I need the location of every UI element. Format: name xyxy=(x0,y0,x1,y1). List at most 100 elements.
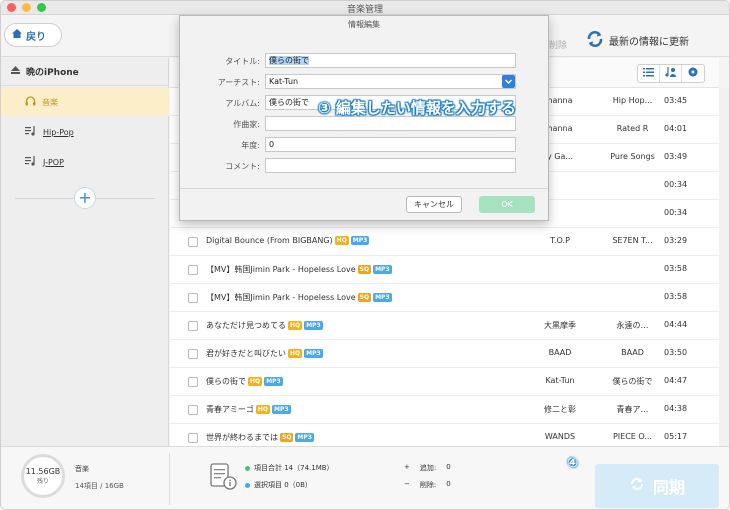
album-field-value: 僕らの街で xyxy=(269,98,309,107)
artist-select-value: Kat-Tun xyxy=(269,77,299,86)
selected-items-stat: 選択項目 0（0B） xyxy=(245,480,312,490)
track-title: 世界が終わるまでは xyxy=(206,433,278,442)
plus-icon: + xyxy=(404,463,410,471)
table-row[interactable]: Digital Bounce (From BIGBANG) HQ MP3 T.O.P S… xyxy=(170,228,719,256)
track-title-cell: 【MV】韩国Jimin Park - Hopeless Love SQ MP3 xyxy=(206,292,392,303)
table-row[interactable]: 僕らの街で HQ MP3 Kat-Tun 僕らの街で 04:47 xyxy=(170,368,719,396)
delete-button[interactable]: 削除 xyxy=(549,38,567,51)
row-checkbox[interactable] xyxy=(188,293,198,303)
added-label: 追加: xyxy=(419,464,437,472)
sidebar-item-j-pop[interactable]: J-POP xyxy=(1,148,169,176)
quality-badge: HQ xyxy=(248,377,263,386)
track-title-cell: Digital Bounce (From BIGBANG) HQ MP3 xyxy=(206,236,370,245)
year-field[interactable]: 0 xyxy=(265,137,516,152)
track-duration: 04:38 xyxy=(664,404,688,413)
track-duration: 03:49 xyxy=(664,152,688,161)
selected-items-label: 選択項目 0（0B） xyxy=(254,481,312,489)
step-4-annotation: ④ xyxy=(567,456,579,471)
quality-badge: SQ xyxy=(357,293,372,302)
title-field[interactable]: 僕らの街で xyxy=(265,53,516,68)
green-dot-icon xyxy=(245,465,250,471)
divider xyxy=(169,453,170,505)
format-badge: MP3 xyxy=(373,293,392,302)
table-row[interactable]: あなただけ見つめてる HQ MP3 大黒摩季 永遠の… 04:44 xyxy=(170,312,719,340)
composer-field[interactable] xyxy=(265,116,516,131)
sync-label: 同期 xyxy=(652,478,685,497)
eject-icon xyxy=(11,66,20,77)
app-window: 音楽管理 戻り 削除 最新の情報に更新 晩のiPhone 音楽 Hip-Pop … xyxy=(0,0,730,510)
row-checkbox[interactable] xyxy=(188,377,198,387)
comment-field[interactable] xyxy=(265,158,516,173)
row-checkbox[interactable] xyxy=(188,433,198,443)
sidebar-item-label: Hip-Pop xyxy=(43,127,74,137)
track-title-cell: 僕らの街で HQ MP3 xyxy=(206,376,283,387)
comment-field-label: コメント: xyxy=(225,162,260,171)
format-badge: MP3 xyxy=(373,265,392,274)
track-duration: 00:34 xyxy=(664,180,688,189)
document-info-icon xyxy=(209,462,237,493)
track-duration: 03:58 xyxy=(664,292,688,301)
track-title: 君が好きだと叫びたい xyxy=(206,349,286,358)
row-checkbox[interactable] xyxy=(188,237,198,247)
ok-button[interactable]: OK xyxy=(479,196,535,213)
row-checkbox[interactable] xyxy=(188,349,198,359)
artist-view-button[interactable] xyxy=(660,65,682,82)
track-duration: 03:58 xyxy=(664,264,688,273)
format-badge: MP3 xyxy=(350,236,370,245)
refresh-icon xyxy=(585,29,605,52)
format-badge: MP3 xyxy=(304,349,323,358)
refresh-label: 最新の情報に更新 xyxy=(609,37,689,48)
sidebar-item-hip-pop[interactable]: Hip-Pop xyxy=(1,118,169,146)
format-badge: MP3 xyxy=(271,405,291,414)
track-duration: 03:50 xyxy=(664,348,688,357)
category-name: 音楽 xyxy=(75,465,89,473)
format-badge: MP3 xyxy=(304,321,323,330)
track-list-scrollbar[interactable] xyxy=(719,88,729,446)
track-title: 青春アミーゴ xyxy=(206,405,254,414)
headphones-icon xyxy=(25,96,36,108)
device-item[interactable]: 晩のiPhone xyxy=(1,58,169,86)
quality-badge: SQ xyxy=(357,265,372,274)
cancel-button[interactable]: キャンセル xyxy=(406,196,462,213)
list-icon xyxy=(643,67,654,80)
title-bar: 音楽管理 xyxy=(1,1,729,15)
table-row[interactable]: 君が好きだと叫びたい HQ MP3 BAAD BAAD 03:50 xyxy=(170,340,719,368)
added-value: 0 xyxy=(446,463,451,471)
list-view-button[interactable] xyxy=(638,65,660,82)
quality-badge: HQ xyxy=(288,349,303,358)
album-view-button[interactable] xyxy=(682,65,704,82)
quality-badge: HQ xyxy=(255,405,270,414)
table-row[interactable]: 【MV】韩国Jimin Park - Hopeless Love SQ MP3 03:… xyxy=(170,284,719,312)
track-duration: 05:17 xyxy=(664,432,688,441)
deleted-label: 削除: xyxy=(419,481,437,489)
sync-button[interactable]: 同期 xyxy=(595,464,719,508)
artist-select[interactable]: Kat-Tun xyxy=(265,74,516,89)
row-checkbox[interactable] xyxy=(188,321,198,331)
row-checkbox[interactable] xyxy=(188,265,198,275)
track-title-cell: 世界が終わるまでは SQ MP3 xyxy=(206,432,314,443)
track-duration: 04:44 xyxy=(664,320,688,329)
device-name: 晩のiPhone xyxy=(26,68,79,78)
back-button[interactable]: 戻り xyxy=(4,23,62,47)
sidebar-item-music[interactable]: 音楽 xyxy=(1,88,169,116)
home-icon xyxy=(11,28,23,42)
title-field-label: タイトル: xyxy=(225,57,260,66)
storage-remaining-label: 残り xyxy=(36,478,49,485)
total-items-label: 項目合計 14（74.1MB） xyxy=(254,464,334,472)
table-row[interactable]: 【MV】韩国Jimin Park - Hopeless Love SQ MP3 03:… xyxy=(170,256,719,284)
track-title: Digital Bounce (From BIGBANG) xyxy=(206,236,333,245)
chevron-down-icon[interactable] xyxy=(502,75,515,88)
track-title-cell: 【MV】韩国Jimin Park - Hopeless Love SQ MP3 xyxy=(206,264,392,275)
added-stat: + 追加: 0 xyxy=(404,463,451,473)
format-badge: MP3 xyxy=(264,377,283,386)
add-playlist-button[interactable]: + xyxy=(74,187,96,209)
refresh-button[interactable]: 最新の情報に更新 xyxy=(585,29,689,52)
row-checkbox[interactable] xyxy=(188,405,198,415)
table-row[interactable]: 青春アミーゴ HQ MP3 修二と彰 青春ア… 04:38 xyxy=(170,396,719,424)
track-title-cell: 君が好きだと叫びたい HQ MP3 xyxy=(206,348,323,359)
playlist-icon xyxy=(25,126,37,138)
status-footer: 11.56GB 残り 音楽 14項目 / 16GB 項目合計 14（74.1MB… xyxy=(1,446,729,509)
track-title: 【MV】韩国Jimin Park - Hopeless Love xyxy=(206,293,356,302)
category-count: 14項目 / 16GB xyxy=(75,482,124,490)
blue-dot-icon xyxy=(245,482,250,488)
